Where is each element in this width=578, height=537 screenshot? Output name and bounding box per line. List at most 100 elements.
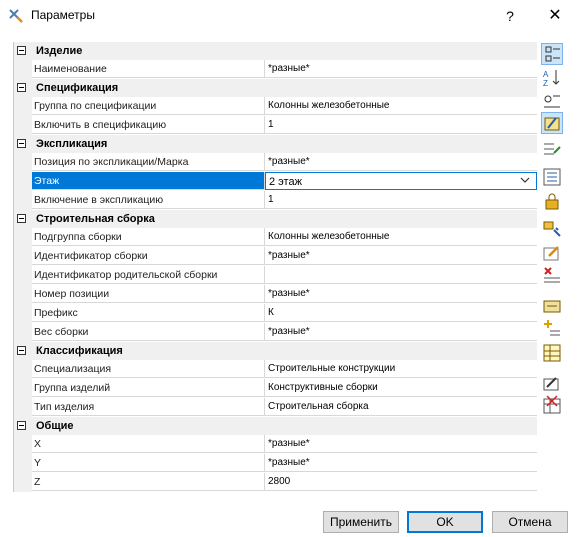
property-value[interactable]: Строительные конструкции <box>265 360 537 378</box>
property-row[interactable]: Префикс К <box>14 304 537 323</box>
row-gutter <box>14 454 32 473</box>
property-value[interactable]: 2800 <box>265 473 537 491</box>
property-row[interactable]: X *разные* <box>14 435 537 454</box>
property-row[interactable]: Группа по спецификации Колонны железобето… <box>14 97 537 116</box>
property-value[interactable]: 1 <box>265 191 537 209</box>
category-header[interactable]: Экспликация <box>14 135 537 153</box>
property-value[interactable]: 1 <box>265 116 537 134</box>
property-value[interactable]: *разные* <box>265 285 537 303</box>
property-value-text: *разные* <box>268 63 310 74</box>
category-label: Экспликация <box>36 138 108 150</box>
sort-alphabetic-icon[interactable]: AZ <box>541 67 563 89</box>
property-name: Группа изделий <box>32 379 265 397</box>
property-row[interactable]: Номер позиции *разные* <box>14 285 537 304</box>
category-header[interactable]: Строительная сборка <box>14 210 537 228</box>
apply-button[interactable]: Применить <box>323 511 399 533</box>
property-value-text: Конструктивные сборки <box>268 382 378 393</box>
row-gutter <box>14 97 32 116</box>
row-gutter <box>14 435 32 454</box>
property-value-text: Строительная сборка <box>268 401 369 412</box>
table-icon[interactable] <box>541 342 563 364</box>
property-row[interactable]: Идентификатор сборки *разные* <box>14 247 537 266</box>
app-icon <box>9 9 23 23</box>
categorized-icon[interactable] <box>541 43 563 65</box>
property-row[interactable]: Этаж 2 этаж <box>14 172 537 191</box>
property-name: Наименование <box>32 60 265 78</box>
property-row[interactable]: Вес сборки *разные* <box>14 323 537 342</box>
window-title: Параметры <box>31 8 95 22</box>
property-value[interactable]: *разные* <box>265 247 537 265</box>
ok-button[interactable]: OK <box>407 511 483 533</box>
property-value-text: *разные* <box>268 326 310 337</box>
delete-table-icon[interactable] <box>541 394 563 416</box>
cancel-button[interactable]: Отмена <box>492 511 568 533</box>
property-value-text: 2 этаж <box>269 176 302 188</box>
property-value[interactable]: Колонны железобетонные <box>265 228 537 246</box>
collapse-icon[interactable] <box>17 421 26 430</box>
filter-icon[interactable] <box>541 92 563 114</box>
edit-icon[interactable] <box>541 242 563 264</box>
property-value[interactable]: *разные* <box>265 153 537 171</box>
row-gutter <box>14 153 32 172</box>
property-value[interactable]: *разные* <box>265 454 537 472</box>
property-name: Идентификатор родительской сборки <box>32 266 265 284</box>
property-row[interactable]: Наименование *разные* <box>14 60 537 79</box>
property-name: Группа по спецификации <box>32 97 265 115</box>
property-row[interactable]: Идентификатор родительской сборки <box>14 266 537 285</box>
floor-dropdown[interactable]: 2 этаж <box>265 172 537 190</box>
category-header[interactable]: Спецификация <box>14 79 537 97</box>
property-row[interactable]: Y *разные* <box>14 454 537 473</box>
property-value-text: 1 <box>268 119 274 130</box>
property-row[interactable]: Включить в спецификацию 1 <box>14 116 537 135</box>
property-name: Этаж <box>32 172 265 190</box>
property-row[interactable]: Группа изделий Конструктивные сборки <box>14 379 537 398</box>
close-button[interactable]: ✕ <box>540 4 570 28</box>
new-icon[interactable] <box>541 318 563 340</box>
property-name: Префикс <box>32 304 265 322</box>
property-name: Тип изделия <box>32 398 265 416</box>
property-row[interactable]: Включение в экспликацию 1 <box>14 191 537 210</box>
property-value[interactable]: *разные* <box>265 435 537 453</box>
collapse-icon[interactable] <box>17 139 26 148</box>
property-value[interactable]: *разные* <box>265 323 537 341</box>
property-value[interactable]: К <box>265 304 537 322</box>
property-value[interactable]: Колонны железобетонные <box>265 97 537 115</box>
property-row[interactable]: Z 2800 <box>14 473 537 492</box>
select-objects-icon[interactable] <box>541 140 563 162</box>
property-value-text: *разные* <box>268 250 310 261</box>
collapse-icon[interactable] <box>17 46 26 55</box>
delete-icon[interactable] <box>541 264 563 286</box>
property-value[interactable]: Строительная сборка <box>265 398 537 416</box>
category-header[interactable]: Изделие <box>14 42 537 60</box>
help-button[interactable]: ? <box>498 4 522 28</box>
property-value-text: Строительные конструкции <box>268 363 396 374</box>
edit-properties-icon[interactable] <box>541 112 563 134</box>
property-row[interactable]: Позиция по экспликации/Марка *разные* <box>14 153 537 172</box>
chevron-down-icon[interactable] <box>520 174 530 189</box>
property-row[interactable]: Специализация Строительные конструкции <box>14 360 537 379</box>
row-gutter <box>14 247 32 266</box>
property-row[interactable]: Подгруппа сборки Колонны железобетонные <box>14 228 537 247</box>
signature-icon[interactable] <box>541 372 563 394</box>
lock-icon[interactable] <box>541 190 563 212</box>
category-label: Общие <box>36 420 74 432</box>
property-value[interactable] <box>265 266 537 284</box>
property-value-text: 2800 <box>268 476 291 487</box>
materials-icon[interactable] <box>541 294 563 316</box>
list-icon[interactable] <box>541 166 563 188</box>
category-header[interactable]: Классификация <box>14 342 537 360</box>
pick-icon[interactable] <box>541 218 563 240</box>
property-row[interactable]: Тип изделия Строительная сборка <box>14 398 537 417</box>
category-header[interactable]: Общие <box>14 417 537 435</box>
collapse-icon[interactable] <box>17 83 26 92</box>
property-grid: Изделие Наименование *разные* Спецификация Г… <box>13 42 537 492</box>
row-gutter <box>14 191 32 210</box>
category-label: Классификация <box>36 345 123 357</box>
collapse-icon[interactable] <box>17 214 26 223</box>
property-value[interactable]: *разные* <box>265 60 537 78</box>
row-gutter <box>14 360 32 379</box>
property-value[interactable]: Конструктивные сборки <box>265 379 537 397</box>
property-name: X <box>32 435 265 453</box>
property-name: Y <box>32 454 265 472</box>
collapse-icon[interactable] <box>17 346 26 355</box>
